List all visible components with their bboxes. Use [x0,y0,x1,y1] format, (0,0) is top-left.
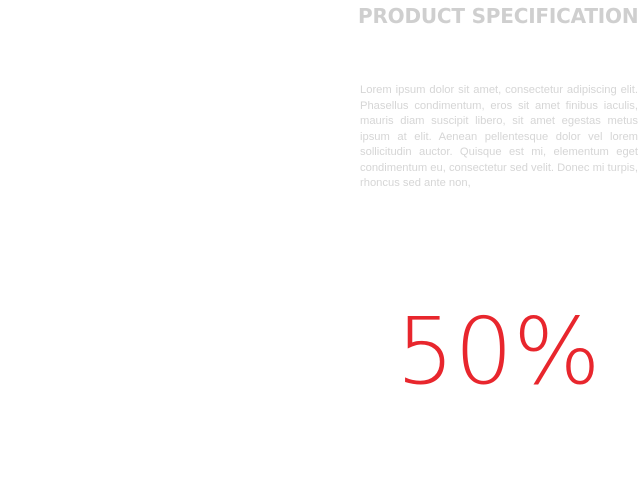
percentage-stat: 50% [396,298,601,405]
section-title: PRODUCT SPECIFICATION [358,4,639,28]
page: PRODUCT SPECIFICATION Lorem ipsum dolor … [0,0,640,480]
description-paragraph: Lorem ipsum dolor sit amet, consectetur … [360,84,638,189]
